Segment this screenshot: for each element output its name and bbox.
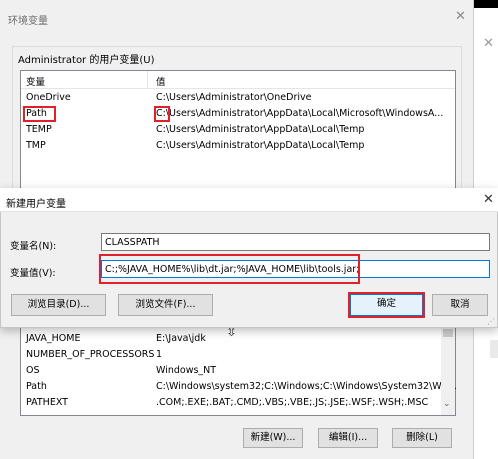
- system-variables-list[interactable]: JAVA_HOME E:\Java\jdk NUMBER_OF_PROCESSO…: [20, 326, 457, 416]
- table-row[interactable]: PATHEXT .COM;.EXE;.BAT;.CMD;.VBS;.VBE;.J…: [21, 396, 455, 411]
- new-button[interactable]: 新建(W)...: [243, 428, 303, 448]
- cancel-button[interactable]: 取消: [432, 294, 488, 316]
- table-row[interactable]: OS Windows_NT: [21, 364, 455, 379]
- var-value: Windows_NT: [156, 365, 217, 376]
- var-name: OS: [26, 365, 40, 376]
- var-name: PATHEXT: [26, 397, 68, 408]
- table-row[interactable]: OneDrive C:\Users\Administrator\OneDrive: [21, 91, 455, 106]
- var-value: C:\Users\Administrator\AppData\Local\Tem…: [156, 124, 365, 135]
- var-name: TEMP: [26, 124, 52, 135]
- dialog-titlebar[interactable]: [0, 188, 498, 212]
- table-row[interactable]: Path C:\Users\Administrator\AppData\Loca…: [21, 107, 455, 122]
- var-value: E:\Java\jdk: [156, 333, 206, 344]
- edit-button[interactable]: 编辑(I)...: [318, 428, 378, 448]
- path-highlight-box: [23, 106, 56, 122]
- dark-edge: [474, 0, 498, 8]
- var-value: C:\Users\Administrator\OneDrive: [156, 92, 312, 103]
- delete-button[interactable]: 删除(L): [392, 428, 452, 448]
- browse-file-button[interactable]: 浏览文件(F)...: [118, 294, 213, 316]
- var-name: NUMBER_OF_PROCESSORS: [26, 349, 155, 360]
- variable-name-input[interactable]: [101, 233, 490, 251]
- table-row[interactable]: NUMBER_OF_PROCESSORS 1: [21, 348, 455, 363]
- var-name: JAVA_HOME: [26, 333, 81, 344]
- table-row[interactable]: JAVA_HOME E:\Java\jdk: [21, 332, 455, 347]
- var-value: C:\Users\Administrator\AppData\Local\Mic…: [156, 108, 444, 119]
- var-name: TMP: [26, 140, 46, 151]
- variable-value-label: 变量值(V):: [10, 268, 56, 279]
- close-icon[interactable]: ✕: [455, 9, 466, 24]
- value-highlight-box: [99, 254, 360, 284]
- dialog-close-icon[interactable]: ✕: [483, 192, 494, 207]
- system-list-scrollbar[interactable]: ⌄: [441, 327, 455, 415]
- var-value: .COM;.EXE;.BAT;.CMD;.VBS;.VBE;.JS;.JSE;.…: [156, 397, 429, 408]
- browse-directory-button[interactable]: 浏览目录(D)...: [11, 294, 106, 316]
- column-header-value[interactable]: 值: [156, 74, 166, 88]
- table-row[interactable]: TMP C:\Users\Administrator\AppData\Local…: [21, 139, 455, 154]
- ok-highlight-box: [348, 292, 425, 318]
- table-row[interactable]: Path C:\Windows\system32;C:\Windows;C:\W…: [21, 380, 457, 395]
- scroll-down-icon[interactable]: ⌄: [443, 399, 451, 409]
- drive-highlight-box: [154, 106, 170, 122]
- side-close-icon: ✕: [483, 36, 494, 51]
- var-value: 1: [156, 349, 163, 360]
- user-variables-group-label: Administrator 的用户变量(U): [16, 51, 157, 66]
- side-scrollbar[interactable]: [490, 340, 498, 358]
- variable-name-label: 变量名(N):: [10, 241, 57, 252]
- table-row[interactable]: TEMP C:\Users\Administrator\AppData\Loca…: [21, 123, 455, 138]
- var-value: C:\Users\Administrator\AppData\Local\Tem…: [156, 140, 365, 151]
- scrollbar-thumb[interactable]: [443, 329, 453, 337]
- var-name: OneDrive: [26, 92, 71, 103]
- var-value: C:\Windows\system32;C:\Windows;C:\Window…: [156, 381, 457, 392]
- size-grip-icon[interactable]: ⋰: [487, 317, 495, 326]
- dialog-title: 新建用户变量: [6, 199, 66, 210]
- list-header: 变量 值: [21, 71, 455, 89]
- user-variables-list[interactable]: 变量 值 OneDrive C:\Users\Administrator\One…: [20, 70, 456, 190]
- window-title: 环境变量: [8, 16, 48, 27]
- var-name: Path: [26, 381, 47, 392]
- column-header-variable[interactable]: 变量: [26, 74, 45, 88]
